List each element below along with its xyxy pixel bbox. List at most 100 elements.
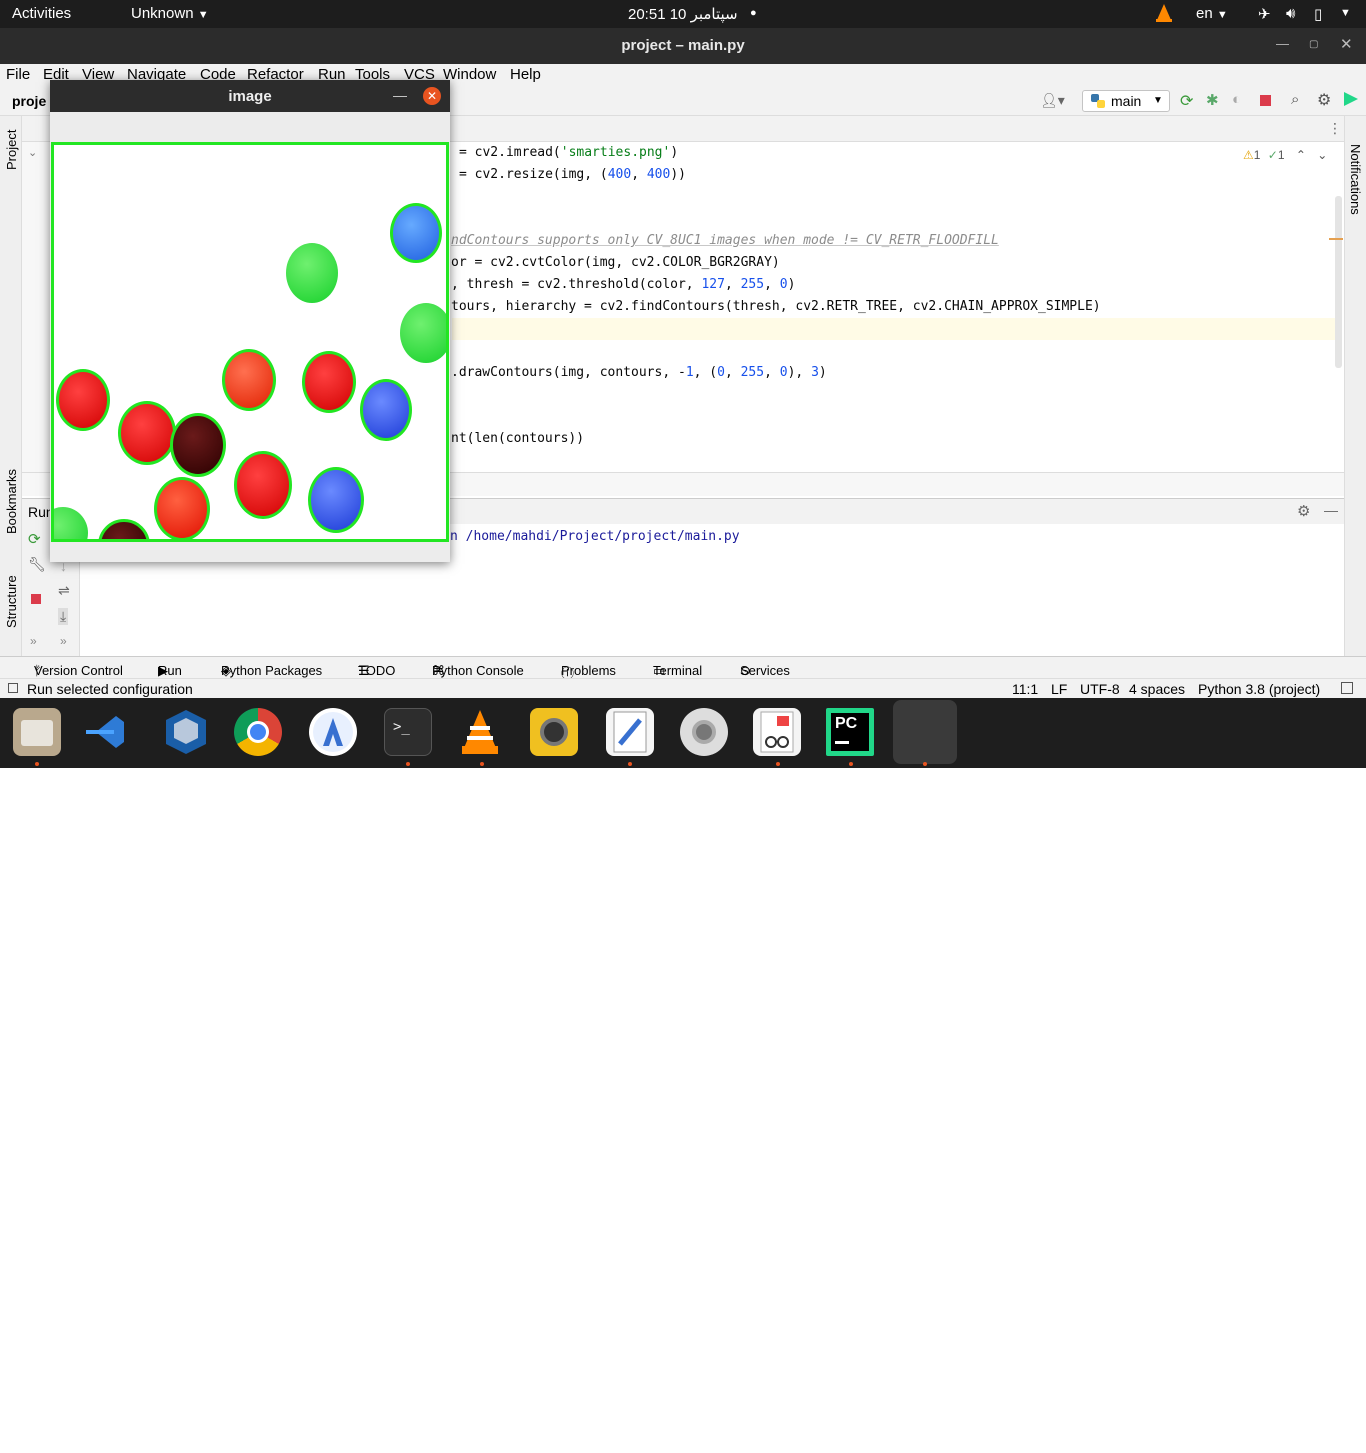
menu-window[interactable]: Window bbox=[443, 66, 496, 83]
code-text: )) bbox=[670, 167, 686, 182]
running-indicator bbox=[923, 762, 927, 766]
warning-stripe-marker[interactable] bbox=[1329, 238, 1343, 240]
file-encoding[interactable]: UTF-8 bbox=[1080, 681, 1120, 697]
gear-icon[interactable]: ⚙ bbox=[1297, 502, 1310, 520]
pycharm-logo-glyph: PC bbox=[835, 715, 858, 732]
code-number: 0 bbox=[779, 277, 788, 292]
vlc-tray-icon[interactable] bbox=[1155, 3, 1173, 27]
status-bar: Run selected configuration 11:1 LF UTF-8… bbox=[0, 678, 1366, 698]
more-options-icon[interactable]: ⋮ bbox=[1328, 120, 1342, 137]
vscode-app-icon[interactable] bbox=[86, 708, 134, 756]
settings-app-icon[interactable] bbox=[680, 708, 728, 756]
user-icon[interactable]: 👤︎▾ bbox=[1040, 92, 1065, 109]
volume-icon[interactable]: 🔊︎ bbox=[1286, 5, 1295, 22]
indent-setting[interactable]: 4 spaces bbox=[1129, 681, 1185, 697]
editor-scrollbar[interactable] bbox=[1335, 196, 1342, 368]
app-menu[interactable]: Unknown ▼ bbox=[131, 5, 209, 22]
menu-help[interactable]: Help bbox=[510, 66, 541, 83]
chevron-down-icon[interactable]: ⌄ bbox=[28, 146, 37, 159]
debug-icon[interactable]: ✱ bbox=[1206, 91, 1219, 109]
battery-icon[interactable]: ▯ bbox=[1314, 5, 1322, 23]
project-breadcrumb[interactable]: proje bbox=[12, 93, 46, 109]
text-editor-app-icon[interactable] bbox=[606, 708, 654, 756]
code-text: ) bbox=[670, 145, 679, 160]
pycharm-app-icon[interactable]: PC bbox=[826, 708, 874, 756]
lock-icon[interactable] bbox=[1341, 682, 1353, 694]
soft-wrap-icon[interactable]: ⇌ bbox=[58, 582, 70, 599]
python-interpreter[interactable]: Python 3.8 (project) bbox=[1198, 681, 1320, 697]
warning-count: 1 bbox=[1253, 148, 1261, 162]
coverage-icon[interactable]: ◐ bbox=[1232, 91, 1241, 108]
activities-button[interactable]: Activities bbox=[12, 5, 71, 22]
structure-tool-tab[interactable]: Structure bbox=[4, 575, 19, 628]
virtualbox-app-icon[interactable] bbox=[162, 708, 210, 756]
python-icon bbox=[1091, 94, 1105, 111]
vlc-app-icon[interactable] bbox=[456, 708, 504, 756]
wrench-icon[interactable]: 🔧︎ bbox=[28, 556, 46, 573]
menu-file[interactable]: File bbox=[6, 66, 30, 83]
chrome-app-icon[interactable] bbox=[234, 708, 282, 756]
code-number: 255 bbox=[740, 365, 765, 380]
jetbrains-icon[interactable] bbox=[1344, 92, 1358, 109]
clock[interactable]: 20:51 10 سپتامبر bbox=[628, 5, 738, 23]
stop-icon[interactable] bbox=[31, 594, 41, 604]
rerun-icon[interactable]: ⟳ bbox=[1180, 91, 1193, 111]
system-top-bar: Activities Unknown ▼ 20:51 10 سپتامبر ● … bbox=[0, 0, 1366, 28]
run-config-selector[interactable]: main ▼ bbox=[1082, 90, 1170, 112]
line-separator[interactable]: LF bbox=[1051, 681, 1067, 697]
green-candy bbox=[286, 243, 338, 303]
document-viewer-app-icon[interactable] bbox=[753, 708, 801, 756]
show-applications-icon[interactable] bbox=[1311, 1414, 1347, 1450]
code-line: nt(len(contours)) bbox=[451, 431, 585, 446]
code-text: , ( bbox=[693, 365, 718, 380]
chevron-down-icon: ▼ bbox=[197, 9, 209, 21]
tab-label: Python Console bbox=[432, 663, 524, 678]
android-studio-app-icon[interactable] bbox=[309, 708, 357, 756]
red-candy bbox=[118, 401, 176, 465]
pycharm-logo-bar bbox=[835, 741, 849, 744]
caret-position[interactable]: 11:1 bbox=[1012, 681, 1038, 697]
maximize-button[interactable]: ▢ bbox=[1309, 39, 1318, 50]
stop-icon[interactable] bbox=[1260, 95, 1271, 106]
scroll-to-end-icon[interactable]: ⤓ bbox=[58, 608, 69, 625]
rhythmbox-app-icon[interactable] bbox=[530, 708, 578, 756]
close-button[interactable]: ✕ bbox=[1340, 35, 1353, 53]
more-icon[interactable]: » bbox=[60, 634, 67, 648]
language-indicator[interactable]: en ▼ bbox=[1196, 5, 1228, 22]
system-menu-chevron-icon[interactable]: ▼ bbox=[1340, 7, 1351, 19]
code-text: .drawContours(img, contours, - bbox=[451, 365, 686, 380]
tab-label: Services bbox=[740, 663, 790, 678]
chevron-down-icon: ▼ bbox=[1153, 95, 1163, 106]
minimize-button[interactable]: — bbox=[1276, 36, 1289, 51]
code-text: , bbox=[724, 277, 741, 292]
minimize-button[interactable]: — bbox=[393, 87, 407, 103]
notifications-tool-tab[interactable]: Notifications bbox=[1348, 144, 1363, 215]
code-text: , bbox=[724, 365, 741, 380]
files-app-icon[interactable] bbox=[13, 708, 61, 756]
current-line-highlight bbox=[452, 318, 1336, 340]
project-tool-tab[interactable]: Project bbox=[4, 130, 19, 170]
status-message: Run selected configuration bbox=[27, 681, 193, 697]
close-button[interactable]: ✕ bbox=[423, 87, 441, 105]
code-line: , thresh = cv2.threshold(color, 127, 255… bbox=[451, 277, 795, 292]
code-text: , bbox=[764, 277, 780, 292]
image-window-app-icon[interactable] bbox=[893, 700, 957, 764]
opencv-image-window[interactable]: image — ✕ bbox=[50, 80, 450, 562]
search-icon[interactable]: ⌕ bbox=[1291, 91, 1299, 108]
more-icon[interactable]: » bbox=[30, 634, 37, 648]
code-text: ) bbox=[787, 277, 796, 292]
brown-candy bbox=[98, 519, 150, 539]
code-line: .drawContours(img, contours, -1, (0, 255… bbox=[451, 365, 827, 380]
previous-highlight-icon: ⌃ bbox=[1295, 148, 1306, 162]
terminal-app-icon[interactable]: >_ bbox=[384, 708, 432, 756]
rerun-icon[interactable]: ⟳ bbox=[28, 530, 41, 548]
image-window-title-bar[interactable]: image — ✕ bbox=[50, 80, 450, 112]
airplane-icon[interactable]: ✈ bbox=[1258, 5, 1271, 23]
gear-icon[interactable]: ⚙ bbox=[1317, 90, 1331, 110]
inspection-widget[interactable]: ⚠1 ✓1 ⌃ ⌄ bbox=[1243, 148, 1327, 162]
code-number: 400 bbox=[646, 167, 671, 182]
hide-panel-icon[interactable]: — bbox=[1324, 502, 1338, 518]
bookmarks-tool-tab[interactable]: Bookmarks bbox=[4, 469, 19, 534]
blue-candy bbox=[360, 379, 412, 441]
tool-window-toggle-icon[interactable] bbox=[8, 683, 18, 693]
